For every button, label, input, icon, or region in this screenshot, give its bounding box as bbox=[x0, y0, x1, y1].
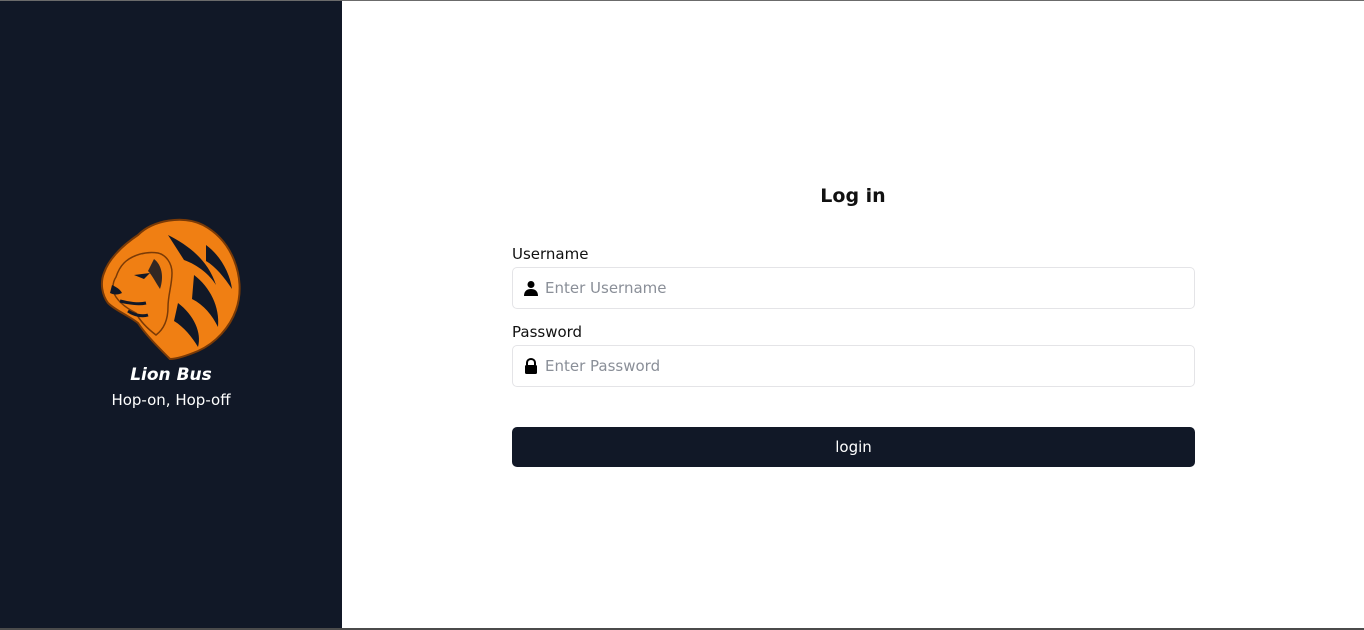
username-label: Username bbox=[512, 245, 589, 263]
brand-name: Lion Bus bbox=[130, 365, 212, 385]
password-field[interactable] bbox=[512, 345, 1195, 387]
brand-tagline: Hop-on, Hop-off bbox=[111, 391, 231, 409]
page-title: Log in bbox=[820, 185, 886, 207]
lock-icon bbox=[525, 358, 537, 374]
brand-sidebar: Lion Bus Hop-on, Hop-off bbox=[0, 1, 342, 628]
username-field[interactable] bbox=[512, 267, 1195, 309]
lion-head-icon bbox=[100, 218, 241, 361]
user-icon bbox=[524, 281, 538, 296]
password-input[interactable] bbox=[545, 346, 1185, 386]
login-panel: Log in Username Password login bbox=[342, 1, 1364, 628]
login-page: Lion Bus Hop-on, Hop-off Log in Username… bbox=[0, 0, 1364, 630]
login-button[interactable]: login bbox=[512, 427, 1195, 467]
password-label: Password bbox=[512, 323, 583, 341]
username-input[interactable] bbox=[545, 268, 1185, 308]
